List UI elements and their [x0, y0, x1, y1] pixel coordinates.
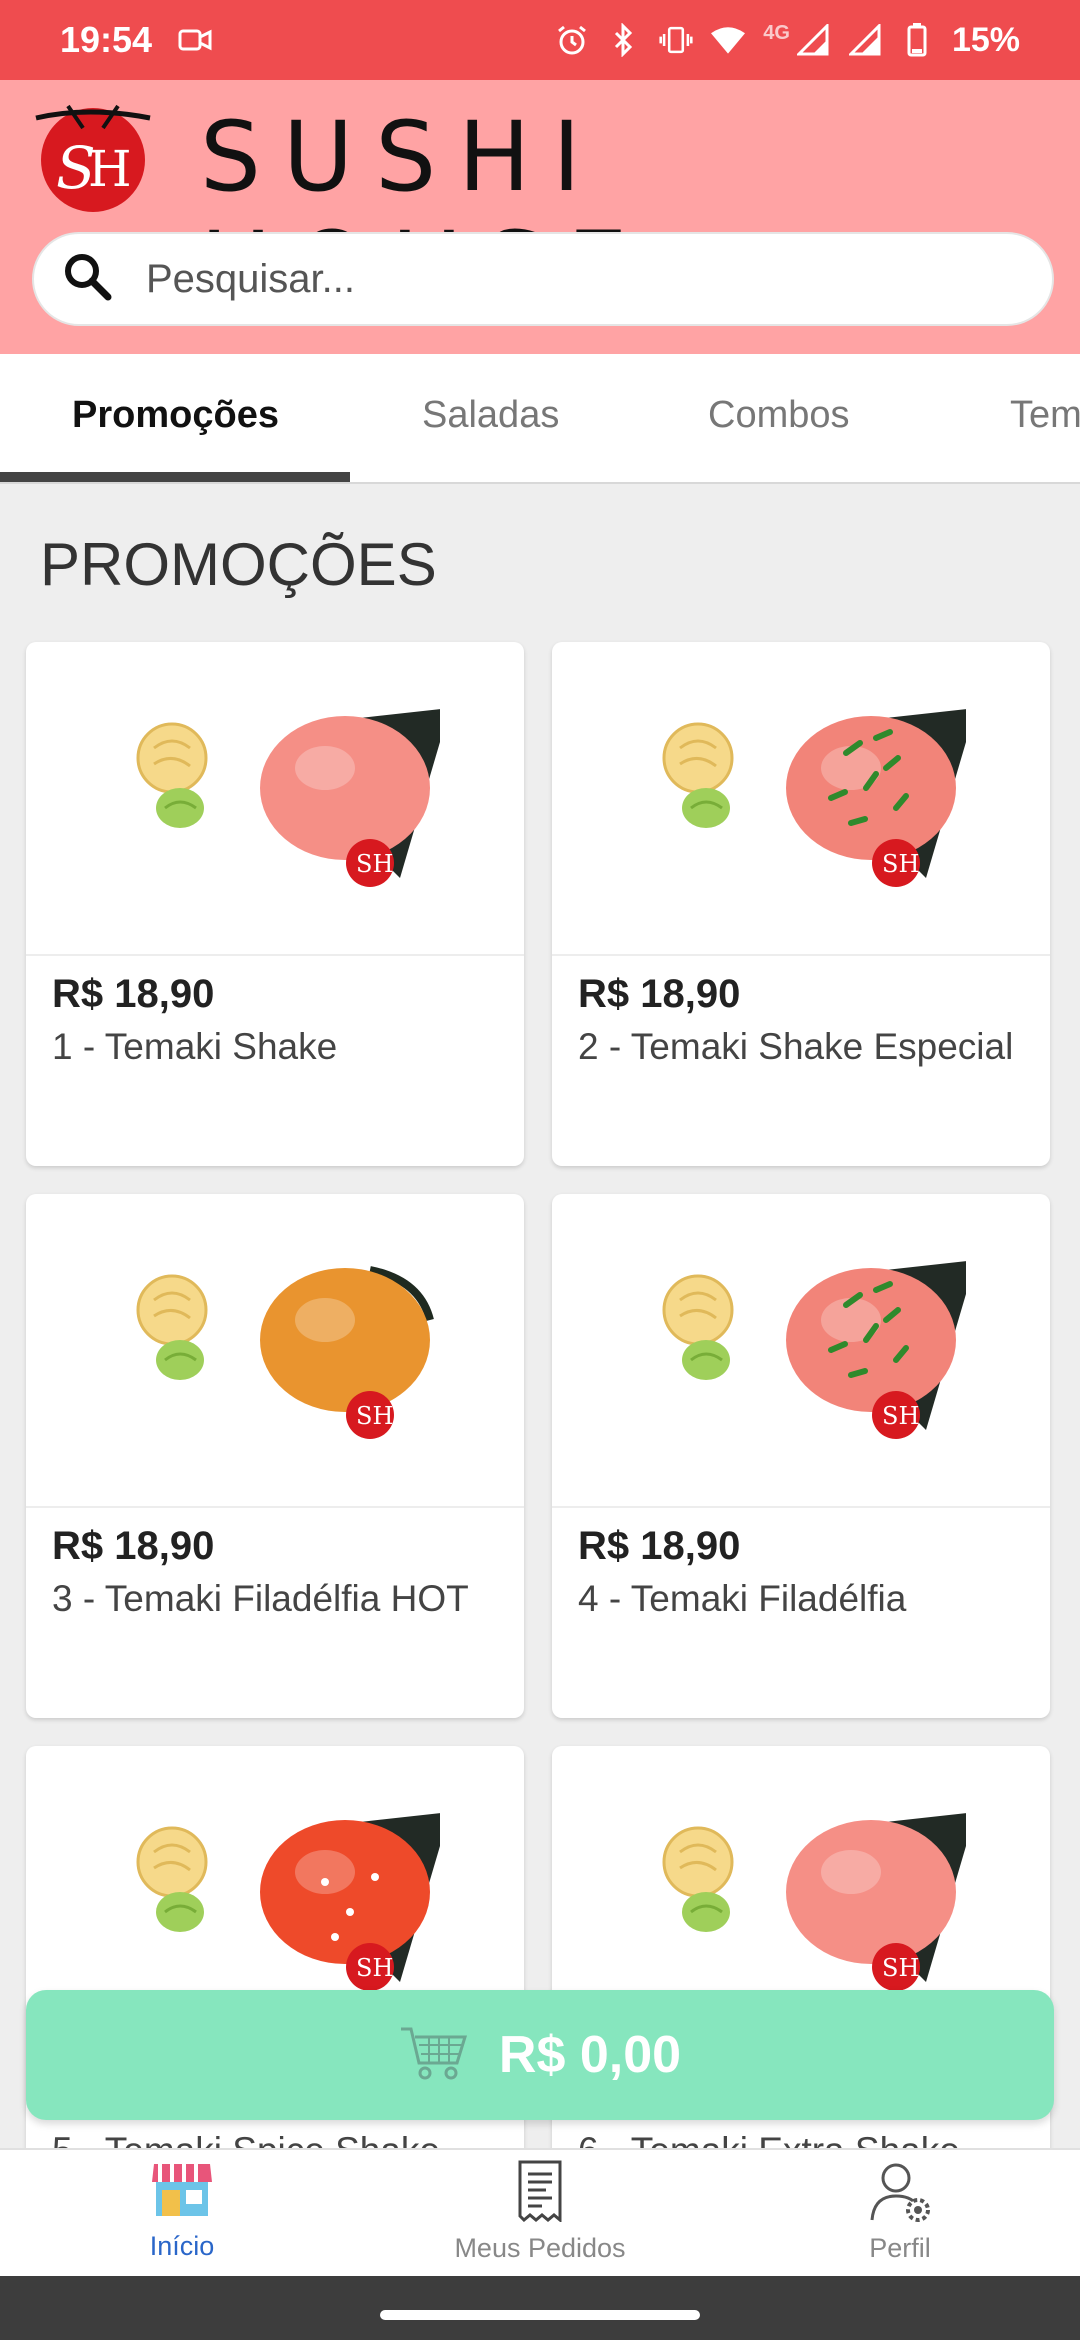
section-title: PROMOÇÕES — [40, 531, 437, 598]
product-image: SH — [26, 642, 524, 956]
product-price: R$ 18,90 — [52, 1524, 215, 1568]
home-indicator[interactable] — [380, 2310, 700, 2320]
store-icon — [150, 2160, 214, 2225]
user-settings-icon — [868, 2160, 932, 2227]
category-tabs: Promoções Saladas Combos Tem — [0, 354, 1080, 484]
search-input[interactable] — [146, 256, 946, 302]
cart-total: R$ 0,00 — [498, 2026, 682, 2084]
nav-inicio[interactable]: Início — [32, 2160, 332, 2262]
svg-text:SH: SH — [356, 1954, 393, 1982]
product-card[interactable]: SH R$ 18,90 3 - Temaki Filadélfia HOT — [26, 1194, 524, 1718]
product-name: 3 - Temaki Filadélfia HOT — [52, 1578, 469, 1619]
nav-label-inicio: Início — [149, 2231, 215, 2261]
cart-button[interactable]: R$ 0,00 — [26, 1990, 1054, 2120]
nav-meus-pedidos[interactable]: Meus Pedidos — [390, 2160, 690, 2264]
status-time: 19:54 — [60, 19, 153, 60]
product-price: R$ 18,90 — [578, 1524, 741, 1568]
product-image: SH — [552, 1194, 1050, 1508]
svg-text:SH: SH — [356, 850, 393, 878]
nav-label-perfil: Perfil — [869, 2233, 931, 2263]
product-card[interactable]: SH R$ 18,90 2 - Temaki Shake Especial — [552, 642, 1050, 1166]
app-header: S H SUSHI HOUSE — [0, 80, 1080, 354]
product-name: 2 - Temaki Shake Especial — [578, 1026, 1014, 1067]
wifi-icon — [711, 23, 746, 57]
product-card[interactable]: SH R$ 18,90 4 - Temaki Filadélfia — [552, 1194, 1050, 1718]
nav-label-meus-pedidos: Meus Pedidos — [454, 2233, 626, 2263]
tab-indicator — [0, 472, 350, 482]
alarm-icon — [555, 23, 589, 57]
product-card[interactable]: SH R$ 18,90 1 - Temaki Shake — [26, 642, 524, 1166]
video-camera-icon — [178, 23, 212, 57]
vibrate-icon — [659, 23, 693, 57]
product-name: 1 - Temaki Shake — [52, 1026, 338, 1067]
svg-text:H: H — [88, 140, 132, 198]
receipt-icon — [516, 2160, 564, 2227]
network-type: 4G — [763, 21, 790, 44]
tab-saladas[interactable]: Saladas — [422, 394, 559, 437]
status-bar: 19:54 4G 15% — [0, 0, 1080, 80]
svg-text:SH: SH — [356, 1402, 393, 1430]
product-price: R$ 18,90 — [578, 972, 741, 1016]
gesture-bar — [0, 2276, 1080, 2340]
tab-promocoes[interactable]: Promoções — [72, 394, 279, 437]
battery-percent: 15% — [951, 20, 1020, 59]
signal-icon — [848, 23, 882, 57]
cart-icon — [399, 2023, 469, 2088]
product-name: 4 - Temaki Filadélfia — [578, 1578, 907, 1619]
svg-text:SH: SH — [882, 1402, 919, 1430]
bluetooth-icon — [607, 23, 641, 57]
svg-text:SH: SH — [882, 1954, 919, 1982]
svg-text:SH: SH — [882, 850, 919, 878]
product-image: SH — [552, 642, 1050, 956]
battery-icon — [900, 23, 934, 57]
signal-icon — [796, 23, 830, 57]
tab-temakis[interactable]: Tem — [1010, 394, 1080, 437]
tab-combos[interactable]: Combos — [708, 394, 850, 437]
search-icon[interactable] — [60, 249, 116, 310]
product-price: R$ 18,90 — [52, 972, 215, 1016]
search-bar[interactable] — [32, 232, 1054, 326]
logo: S H — [28, 98, 158, 218]
nav-perfil[interactable]: Perfil — [750, 2160, 1050, 2264]
bottom-nav: Início Meus Pedidos Perfil — [0, 2148, 1080, 2276]
product-image: SH — [26, 1194, 524, 1508]
